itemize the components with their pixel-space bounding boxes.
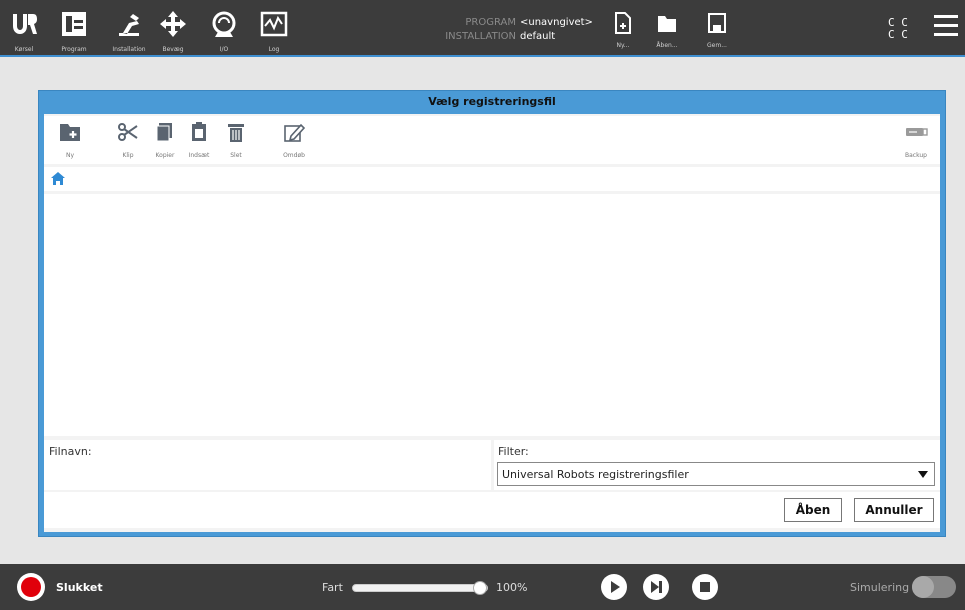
filter-dropdown[interactable]: Universal Robots registreringsfiler	[497, 462, 935, 486]
dialog-button-row: Åben Annuller	[44, 492, 940, 528]
ur-logo-icon	[13, 14, 37, 34]
filename-panel: Filnavn:	[44, 440, 491, 490]
speed-slider[interactable]	[352, 581, 488, 595]
filter-value: Universal Robots registreringsfiler	[502, 468, 689, 481]
nav-installation-button[interactable]: Installation	[107, 0, 151, 56]
menu-hamburger-icon[interactable]	[934, 15, 958, 37]
speed-label: Fart	[322, 581, 343, 594]
program-value: <unavngivet>	[520, 17, 593, 28]
save-file-button[interactable]: Gem...	[697, 0, 737, 56]
clipboard-icon	[192, 122, 206, 141]
scissors-icon	[118, 123, 138, 141]
new-folder-icon	[60, 124, 80, 141]
simulation-label: Simulering	[850, 581, 910, 594]
nav-label: Log	[268, 46, 280, 53]
stop-icon	[700, 582, 710, 592]
nav-label: Bevæg	[162, 46, 184, 53]
toolbar-label: Omdøb	[283, 152, 305, 159]
installation-value: default	[520, 31, 556, 42]
program-icon	[62, 12, 86, 36]
program-info: PROGRAM <unavngivet> INSTALLATION default	[430, 16, 593, 44]
cc-indicator: C C C C	[888, 17, 908, 41]
open-file-label: Åben...	[656, 42, 678, 49]
new-file-icon	[615, 12, 631, 34]
file-list[interactable]	[44, 194, 940, 436]
delete-button[interactable]: Slet	[216, 122, 256, 162]
step-forward-icon	[651, 581, 662, 593]
nav-bevaeg-button[interactable]: Bevæg	[151, 0, 195, 56]
stop-button[interactable]	[692, 574, 718, 600]
breadcrumb	[44, 167, 940, 191]
nav-log-button[interactable]: Log	[252, 0, 296, 56]
home-icon[interactable]	[51, 172, 65, 185]
nav-korsel-button[interactable]: Kørsel	[2, 0, 46, 56]
dialog-title: Vælg registreringsfil	[428, 95, 556, 108]
play-button[interactable]	[601, 574, 627, 600]
step-button[interactable]	[643, 574, 669, 600]
play-icon	[611, 581, 620, 593]
io-icon	[212, 11, 236, 37]
edit-pencil-icon	[284, 123, 305, 142]
trash-icon	[228, 124, 244, 142]
save-disk-icon	[708, 13, 726, 33]
power-button-icon[interactable]	[17, 573, 45, 601]
file-dialog: Vælg registreringsfil Ny Klip Kopier Ind…	[38, 90, 946, 537]
nav-io-button[interactable]: I/O	[202, 0, 246, 56]
cc-row: C C	[888, 28, 908, 41]
new-folder-button[interactable]: Ny	[50, 122, 90, 162]
robot-status: Slukket	[56, 581, 103, 594]
robot-arm-icon	[119, 14, 139, 36]
speed-value: 100%	[496, 581, 528, 594]
nav-label: Installation	[112, 46, 146, 53]
file-toolbar: Ny Klip Kopier Indsæt Slet Omdøb Backup	[44, 116, 940, 164]
filename-label: Filnavn:	[49, 445, 92, 458]
installation-key: INSTALLATION	[445, 31, 516, 42]
open-file-button[interactable]: Åben...	[647, 0, 687, 56]
move-arrows-icon	[160, 11, 186, 37]
open-button[interactable]: Åben	[784, 498, 842, 522]
save-file-label: Gem...	[707, 42, 727, 49]
new-file-button[interactable]: Ny...	[603, 0, 643, 56]
simulation-toggle[interactable]	[912, 576, 956, 598]
new-file-label: Ny...	[616, 42, 630, 49]
toolbar-label: Backup	[905, 152, 927, 159]
program-key: PROGRAM	[465, 17, 516, 28]
chevron-down-icon	[918, 471, 928, 478]
speed-slider-knob[interactable]	[473, 581, 487, 595]
nav-label: Program	[61, 46, 87, 53]
nav-label: I/O	[219, 46, 229, 53]
toolbar-label: Ny	[65, 152, 75, 159]
nav-program-button[interactable]: Program	[52, 0, 96, 56]
folder-icon	[658, 16, 676, 32]
toolbar-label: Slet	[230, 152, 242, 159]
copy-icon	[156, 123, 172, 142]
top-navigation-bar: Kørsel Program Installation Bevæg I/O Lo…	[0, 0, 965, 57]
nav-label: Kørsel	[14, 46, 34, 53]
bottom-status-bar: Slukket Fart 100% Simulering	[0, 564, 965, 610]
backup-button[interactable]: Backup	[896, 122, 936, 162]
usb-drive-icon	[906, 128, 928, 136]
filter-label: Filter:	[498, 445, 529, 458]
dialog-body: Ny Klip Kopier Indsæt Slet Omdøb Backup …	[44, 114, 940, 532]
rename-button[interactable]: Omdøb	[274, 122, 314, 162]
log-icon	[260, 11, 288, 37]
cancel-button[interactable]: Annuller	[854, 498, 934, 522]
filter-panel: Filter: Universal Robots registreringsfi…	[494, 440, 940, 490]
